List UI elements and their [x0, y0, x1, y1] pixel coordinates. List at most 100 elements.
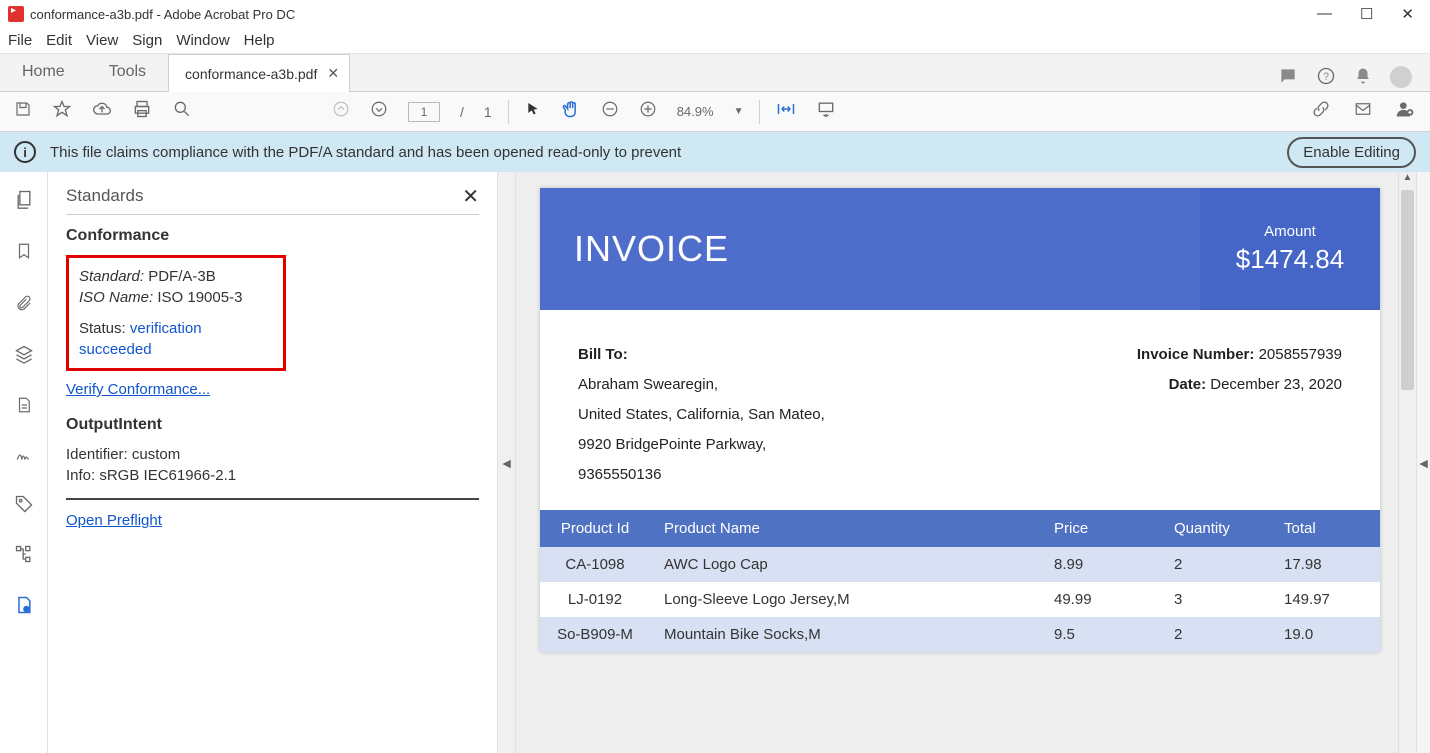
document-icon[interactable]: [15, 394, 33, 422]
layers-icon[interactable]: [14, 344, 34, 370]
bill-to-line: 9365550136: [578, 460, 1082, 490]
tree-icon[interactable]: [14, 544, 34, 570]
verify-link[interactable]: Verify Conformance...: [66, 381, 210, 398]
search-icon[interactable]: [172, 99, 192, 124]
cloud-upload-icon[interactable]: [92, 99, 112, 124]
pdf-page: INVOICE Amount $1474.84 Bill To: Abraham…: [540, 188, 1380, 652]
close-tab-icon[interactable]: ✕: [327, 65, 339, 82]
page-down-icon[interactable]: [370, 100, 388, 123]
col-id: Product Id: [540, 510, 650, 547]
document-view[interactable]: INVOICE Amount $1474.84 Bill To: Abraham…: [516, 172, 1416, 753]
bill-to-line: United States, California, San Mateo,: [578, 400, 1082, 430]
menu-view[interactable]: View: [86, 32, 118, 49]
identifier-line: Identifier: custom: [66, 444, 479, 465]
read-mode-icon[interactable]: [816, 99, 836, 124]
hand-icon[interactable]: [561, 99, 581, 124]
minimize-button[interactable]: —: [1317, 5, 1332, 23]
standard-value: PDF/A-3B: [148, 268, 216, 285]
zoom-in-icon[interactable]: [639, 100, 657, 123]
page-input[interactable]: 1: [408, 102, 440, 122]
menu-window[interactable]: Window: [176, 32, 229, 49]
close-panel-icon[interactable]: ✕: [462, 184, 479, 209]
menu-file[interactable]: File: [8, 32, 32, 49]
expand-rightpanel-icon[interactable]: ◄: [1416, 172, 1430, 753]
document-tab-label: conformance-a3b.pdf: [185, 66, 317, 82]
document-tab[interactable]: conformance-a3b.pdf ✕: [168, 54, 350, 92]
info-bar: i This file claims compliance with the P…: [0, 132, 1430, 172]
products-table: Product Id Product Name Price Quantity T…: [540, 510, 1380, 652]
signature-icon[interactable]: [14, 446, 34, 470]
page-up-icon[interactable]: [332, 100, 350, 123]
email-icon[interactable]: [1352, 100, 1374, 123]
avatar-icon[interactable]: [1390, 66, 1412, 88]
save-icon[interactable]: [14, 100, 32, 123]
col-qty: Quantity: [1160, 510, 1270, 547]
zoom-dropdown-icon[interactable]: ▼: [734, 106, 744, 117]
bill-to-line: 9920 BridgePointe Parkway,: [578, 430, 1082, 460]
standards-icon[interactable]: i: [14, 594, 34, 622]
attachment-icon[interactable]: [15, 292, 33, 320]
tools-button[interactable]: Tools: [87, 53, 168, 91]
table-row: So-B909-MMountain Bike Socks,M9.5219.0: [540, 617, 1380, 652]
enable-editing-button[interactable]: Enable Editing: [1287, 137, 1416, 168]
add-user-icon[interactable]: [1394, 99, 1416, 124]
page-slash: /: [460, 104, 464, 120]
svg-text:?: ?: [1323, 71, 1329, 83]
conformance-box: Standard: PDF/A-3B ISO Name: ISO 19005-3…: [66, 255, 286, 371]
menu-edit[interactable]: Edit: [46, 32, 72, 49]
menu-bar: File Edit View Sign Window Help: [0, 28, 1430, 54]
share-link-icon[interactable]: [1310, 99, 1332, 124]
zoom-level[interactable]: 84.9%: [677, 104, 714, 119]
fit-width-icon[interactable]: [776, 99, 796, 124]
conformance-title: Conformance: [66, 227, 479, 245]
output-intent-title: OutputIntent: [66, 416, 479, 434]
invoice-number: 2058557939: [1259, 346, 1342, 363]
zoom-out-icon[interactable]: [601, 100, 619, 123]
pointer-icon[interactable]: [525, 100, 541, 123]
tag-icon[interactable]: [14, 494, 34, 520]
comment-icon[interactable]: [1278, 66, 1298, 91]
invoice-number-label: Invoice Number:: [1137, 346, 1255, 363]
title-bar: conformance-a3b.pdf - Adobe Acrobat Pro …: [0, 0, 1430, 28]
window-title: conformance-a3b.pdf - Adobe Acrobat Pro …: [30, 7, 295, 22]
app-icon: [8, 6, 24, 22]
scroll-thumb[interactable]: [1401, 190, 1414, 390]
star-icon[interactable]: [52, 99, 72, 124]
pages-icon[interactable]: [14, 188, 34, 216]
home-button[interactable]: Home: [0, 53, 87, 91]
help-icon[interactable]: ?: [1316, 66, 1336, 91]
info-icon: i: [14, 141, 36, 163]
maximize-button[interactable]: ☐: [1360, 5, 1373, 23]
print-icon[interactable]: [132, 99, 152, 124]
standards-panel: Standards ✕ Conformance Standard: PDF/A-…: [48, 172, 498, 753]
vertical-scrollbar[interactable]: ▲: [1398, 172, 1416, 753]
bell-icon[interactable]: [1354, 66, 1372, 91]
info-message: This file claims compliance with the PDF…: [50, 144, 681, 161]
left-rail: i: [0, 172, 48, 753]
close-button[interactable]: ✕: [1401, 5, 1414, 23]
preflight-link[interactable]: Open Preflight: [66, 512, 162, 529]
bill-to-label: Bill To:: [578, 346, 628, 363]
svg-text:i: i: [25, 608, 26, 614]
window-controls: — ☐ ✕: [1317, 5, 1422, 23]
scroll-up-icon[interactable]: ▲: [1399, 172, 1416, 190]
iso-value: ISO 19005-3: [157, 289, 242, 306]
status-label: Status:: [79, 320, 126, 337]
invoice-title: INVOICE: [540, 188, 1200, 310]
bookmark-icon[interactable]: [15, 240, 33, 268]
col-price: Price: [1040, 510, 1160, 547]
collapse-sidepanel-icon[interactable]: ◄: [498, 172, 516, 753]
col-total: Total: [1270, 510, 1380, 547]
menu-sign[interactable]: Sign: [132, 32, 162, 49]
amount-value: $1474.84: [1236, 244, 1344, 275]
amount-label: Amount: [1264, 223, 1316, 240]
bill-to-line: Abraham Swearegin,: [578, 370, 1082, 400]
col-name: Product Name: [650, 510, 1040, 547]
info-line: Info: sRGB IEC61966-2.1: [66, 465, 479, 486]
panel-title: Standards: [66, 186, 479, 206]
menu-help[interactable]: Help: [244, 32, 275, 49]
page-total: 1: [484, 104, 492, 120]
invoice-date: December 23, 2020: [1210, 376, 1342, 393]
toolbar: 1 / 1 84.9% ▼: [0, 92, 1430, 132]
table-row: CA-1098AWC Logo Cap8.99217.98: [540, 547, 1380, 582]
